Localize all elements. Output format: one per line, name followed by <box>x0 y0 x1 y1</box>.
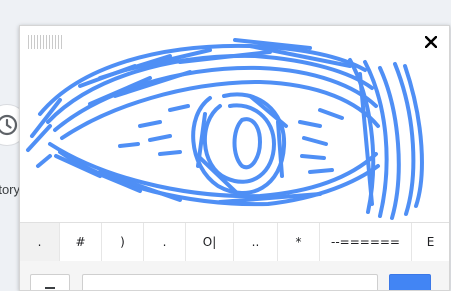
close-icon <box>425 36 437 48</box>
history-icon <box>0 114 18 136</box>
history-label: tory <box>0 182 20 197</box>
enter-button[interactable] <box>389 274 431 290</box>
bottom-toolbar <box>20 261 449 290</box>
suggestion-item[interactable]: . <box>20 223 60 261</box>
suggestion-bar: . # ) . O| .. * --====== E <box>20 222 449 262</box>
suggestion-item[interactable]: ) <box>102 223 144 261</box>
suggestion-item[interactable]: * <box>278 223 320 261</box>
suggestion-item[interactable]: # <box>60 223 102 261</box>
close-button[interactable] <box>421 32 441 52</box>
suggestion-item[interactable]: . <box>144 223 186 261</box>
drag-handle-icon[interactable] <box>28 35 62 49</box>
handwriting-ink <box>26 38 424 220</box>
backspace-button[interactable] <box>30 274 70 290</box>
space-button[interactable] <box>82 274 378 290</box>
suggestion-item[interactable]: E <box>412 223 449 261</box>
suggestion-item[interactable]: O| <box>186 223 234 261</box>
suggestion-item[interactable]: --====== <box>320 223 412 261</box>
suggestion-item[interactable]: .. <box>234 223 278 261</box>
handwriting-panel: . # ) . O| .. * --====== E <box>19 25 450 291</box>
handwriting-canvas[interactable] <box>20 26 449 222</box>
